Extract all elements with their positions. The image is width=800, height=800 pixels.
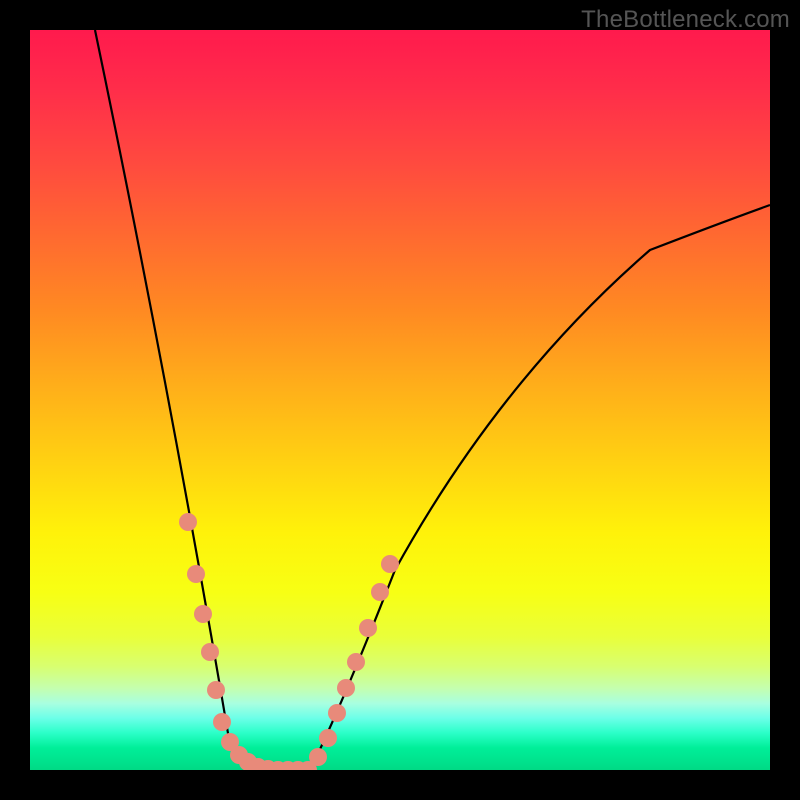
marker-dot (381, 555, 399, 573)
marker-dot (337, 679, 355, 697)
marker-dot (207, 681, 225, 699)
marker-dot (347, 653, 365, 671)
marker-dot (201, 643, 219, 661)
marker-dot (309, 748, 327, 766)
marker-dot (179, 513, 197, 531)
left-branch-curve (95, 30, 254, 766)
marker-dot (319, 729, 337, 747)
marker-dot (213, 713, 231, 731)
plot-area (30, 30, 770, 770)
marker-dot (328, 704, 346, 722)
chart-frame: TheBottleneck.com (0, 0, 800, 800)
marker-dot (359, 619, 377, 637)
right-branch-curve (310, 205, 770, 770)
curve-layer (30, 30, 770, 770)
marker-dot (187, 565, 205, 583)
marker-dot (194, 605, 212, 623)
marker-dot (371, 583, 389, 601)
